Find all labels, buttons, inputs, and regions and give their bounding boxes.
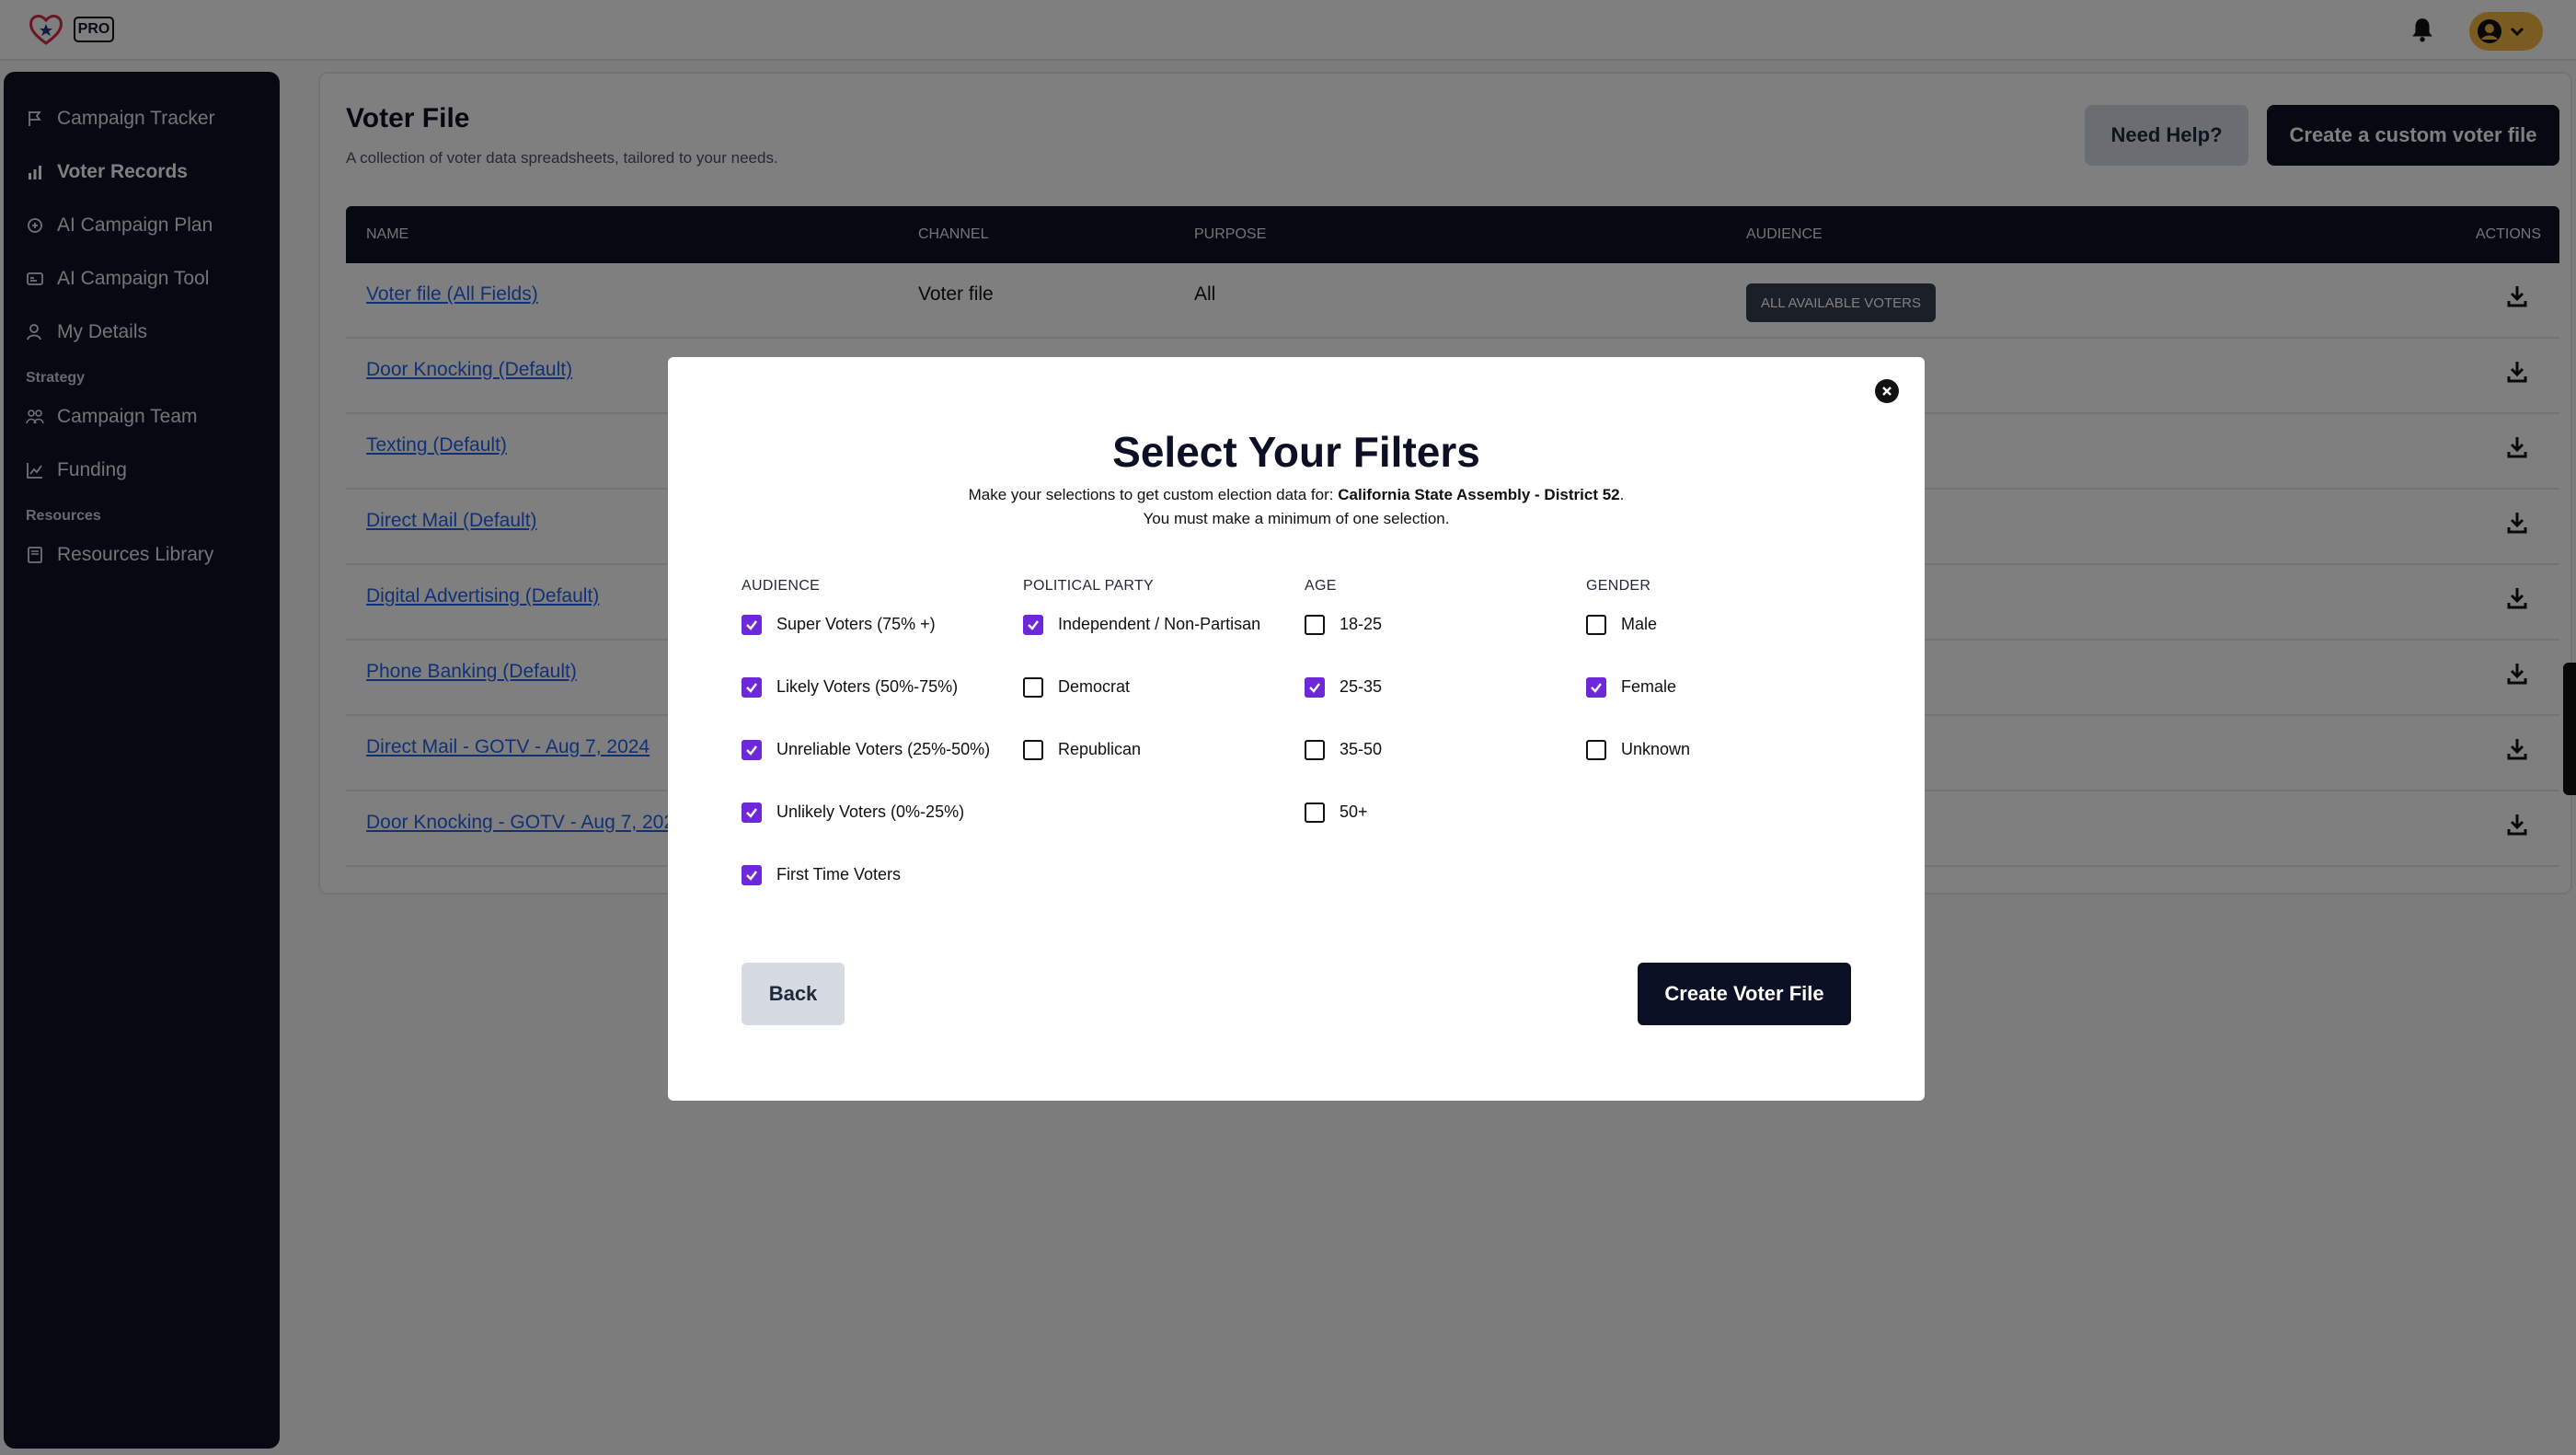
filter-option-label: Female: [1621, 677, 1677, 696]
checkbox[interactable]: [742, 865, 762, 885]
filter-option[interactable]: 18-25: [1305, 615, 1382, 677]
close-icon[interactable]: [1875, 379, 1899, 403]
instructions-prefix: Make your selections to get custom elect…: [968, 486, 1339, 503]
filter-column-audience: AUDIENCE Super Voters (75% +) Likely Vot…: [742, 578, 990, 928]
filter-option[interactable]: 50+: [1305, 803, 1382, 865]
filter-heading: AUDIENCE: [742, 578, 821, 594]
filter-column-gender: GENDER Male Female Unknown: [1586, 578, 1690, 803]
checkmark-icon: [746, 620, 757, 630]
filter-option-label: 25-35: [1340, 677, 1383, 696]
filter-option[interactable]: First Time Voters: [742, 865, 990, 928]
filter-option-label: Unreliable Voters (25%-50%): [776, 740, 991, 758]
filter-option-label: Unknown: [1621, 740, 1691, 758]
filter-option[interactable]: Likely Voters (50%-75%): [742, 677, 990, 740]
filter-heading: AGE: [1305, 578, 1337, 594]
filter-option[interactable]: 35-50: [1305, 740, 1382, 803]
filter-option-label: 35-50: [1340, 740, 1383, 758]
checkmark-icon: [746, 808, 757, 818]
checkbox[interactable]: [1305, 740, 1325, 760]
checkbox[interactable]: [742, 740, 762, 760]
filter-heading: GENDER: [1586, 578, 1651, 594]
checkbox[interactable]: [1586, 740, 1606, 760]
filter-option[interactable]: Democrat: [1023, 677, 1260, 740]
filter-option[interactable]: Unknown: [1586, 740, 1690, 803]
filter-option-label: Independent / Non-Partisan: [1058, 615, 1261, 633]
filter-option[interactable]: 25-35: [1305, 677, 1382, 740]
checkmark-icon: [1028, 620, 1039, 630]
checkbox[interactable]: [1023, 677, 1043, 698]
filter-option-label: Likely Voters (50%-75%): [776, 677, 959, 696]
checkmark-icon: [746, 871, 757, 881]
checkbox[interactable]: [1305, 615, 1325, 635]
filter-option-label: 18-25: [1340, 615, 1383, 633]
checkbox[interactable]: [742, 615, 762, 635]
checkmark-icon: [746, 745, 757, 756]
filter-column-age: AGE 18-25 25-35 35-50 50+: [1305, 578, 1382, 865]
checkbox[interactable]: [1023, 740, 1043, 760]
checkbox[interactable]: [742, 803, 762, 823]
checkbox[interactable]: [1586, 615, 1606, 635]
checkbox[interactable]: [742, 677, 762, 698]
filter-option[interactable]: Unreliable Voters (25%-50%): [742, 740, 990, 803]
filter-modal: Select Your Filters Make your selections…: [668, 357, 1925, 1101]
filter-option[interactable]: Unlikely Voters (0%-25%): [742, 803, 990, 865]
filter-option-label: Super Voters (75% +): [776, 615, 936, 633]
filter-option-label: Republican: [1058, 740, 1142, 758]
filter-option-label: Democrat: [1058, 677, 1131, 696]
modal-title: Select Your Filters: [1112, 428, 1480, 476]
filter-option-label: First Time Voters: [776, 865, 902, 883]
filter-heading: POLITICAL PARTY: [1023, 578, 1155, 594]
filter-option[interactable]: Super Voters (75% +): [742, 615, 990, 677]
filter-option-label: Unlikely Voters (0%-25%): [776, 803, 965, 821]
filter-column-political-party: POLITICAL PARTY Independent / Non-Partis…: [1023, 578, 1260, 803]
back-button[interactable]: Back: [742, 963, 845, 1025]
checkmark-icon: [1591, 683, 1602, 693]
filter-option-label: 50+: [1340, 803, 1368, 821]
checkbox[interactable]: [1023, 615, 1043, 635]
filter-option[interactable]: Independent / Non-Partisan: [1023, 615, 1260, 677]
checkmark-icon: [746, 683, 757, 693]
create-voter-file-button[interactable]: Create Voter File: [1638, 963, 1851, 1025]
filter-option[interactable]: Male: [1586, 615, 1690, 677]
modal-minimum-note: You must make a minimum of one selection…: [1143, 510, 1450, 527]
filter-option-label: Male: [1621, 615, 1658, 633]
filter-option[interactable]: Female: [1586, 677, 1690, 740]
checkbox[interactable]: [1586, 677, 1606, 698]
instructions-suffix: .: [1619, 486, 1625, 503]
filter-option[interactable]: Republican: [1023, 740, 1260, 803]
checkmark-icon: [1309, 683, 1320, 693]
modal-instructions: Make your selections to get custom elect…: [668, 486, 1925, 504]
checkbox[interactable]: [1305, 803, 1325, 823]
district-name: California State Assembly - District 52: [1338, 486, 1620, 503]
checkbox[interactable]: [1305, 677, 1325, 698]
